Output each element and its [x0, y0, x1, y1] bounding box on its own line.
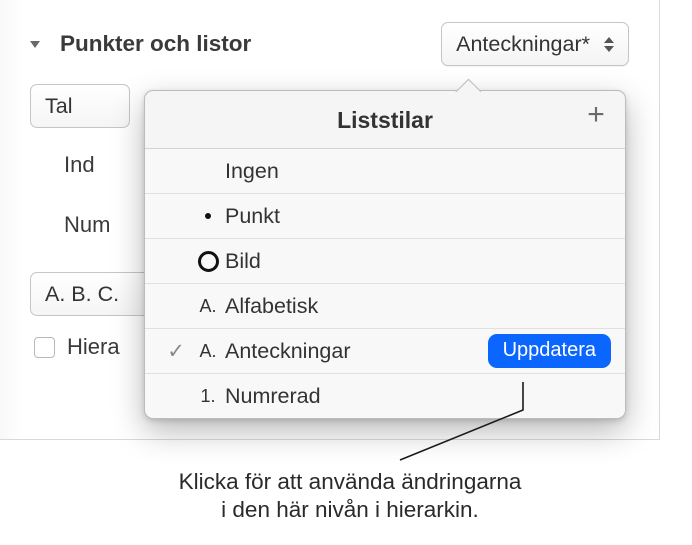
- update-style-button[interactable]: Uppdatera: [488, 334, 611, 368]
- style-icon-ring: [191, 251, 225, 272]
- list-style-dropdown-label: Anteckningar*: [456, 32, 590, 57]
- callout-caption: Klicka för att använda ändringarna i den…: [70, 468, 630, 524]
- style-icon-dot: [191, 213, 225, 219]
- list-type-value: Tal: [45, 94, 72, 119]
- disclosure-triangle-icon[interactable]: [30, 41, 40, 48]
- list-style-option-bullet[interactable]: Punkt: [145, 194, 625, 239]
- popover-title: Liststilar: [337, 107, 433, 133]
- list-style-option-numbered[interactable]: 1. Numrerad: [145, 374, 625, 418]
- style-icon-letter: A.: [191, 341, 225, 362]
- hierarchical-checkbox[interactable]: [34, 337, 55, 358]
- panel-left-shade: [0, 0, 22, 439]
- style-label: Punkt: [225, 204, 280, 229]
- style-label: Bild: [225, 249, 261, 274]
- caption-line2: i den här nivån i hierarkin.: [221, 497, 479, 522]
- ring-icon: [198, 251, 219, 272]
- dot-icon: [205, 213, 211, 219]
- chevron-updown-icon: [604, 37, 614, 52]
- list-styles-list: Ingen Punkt Bild A. Alfabetisk ✓ A. Ante…: [145, 149, 625, 418]
- list-style-dropdown[interactable]: Anteckningar*: [441, 22, 629, 66]
- style-icon-number: 1.: [191, 386, 225, 407]
- add-style-button[interactable]: +: [581, 101, 611, 129]
- style-label: Numrerad: [225, 384, 321, 409]
- list-style-option-notes[interactable]: ✓ A. Anteckningar Uppdatera: [145, 329, 625, 374]
- style-label: Anteckningar: [225, 339, 351, 364]
- check-col: ✓: [161, 339, 191, 364]
- section-header-row: Punkter och listor Anteckningar*: [30, 22, 629, 66]
- list-type-select[interactable]: Tal: [30, 84, 130, 128]
- section-title: Punkter och listor: [60, 31, 251, 57]
- list-style-option-image[interactable]: Bild: [145, 239, 625, 284]
- list-style-option-none[interactable]: Ingen: [145, 149, 625, 194]
- popover-arrow-icon: [455, 78, 481, 92]
- list-style-option-alpha[interactable]: A. Alfabetisk: [145, 284, 625, 329]
- style-label: Alfabetisk: [225, 294, 318, 319]
- number-style-select[interactable]: A. B. C.: [30, 272, 160, 316]
- number-label: Num: [64, 212, 110, 238]
- list-styles-popover: Liststilar + Ingen Punkt Bild A. Alfabet…: [144, 90, 626, 419]
- checkmark-icon: ✓: [167, 339, 185, 364]
- caption-line1: Klicka för att använda ändringarna: [179, 469, 522, 494]
- popover-title-bar: Liststilar +: [145, 91, 625, 149]
- number-style-value: A. B. C.: [45, 282, 119, 307]
- hierarchical-label: Hiera: [67, 334, 120, 360]
- indent-label: Ind: [64, 152, 95, 178]
- style-label: Ingen: [225, 159, 279, 184]
- style-icon-letter: A.: [191, 296, 225, 317]
